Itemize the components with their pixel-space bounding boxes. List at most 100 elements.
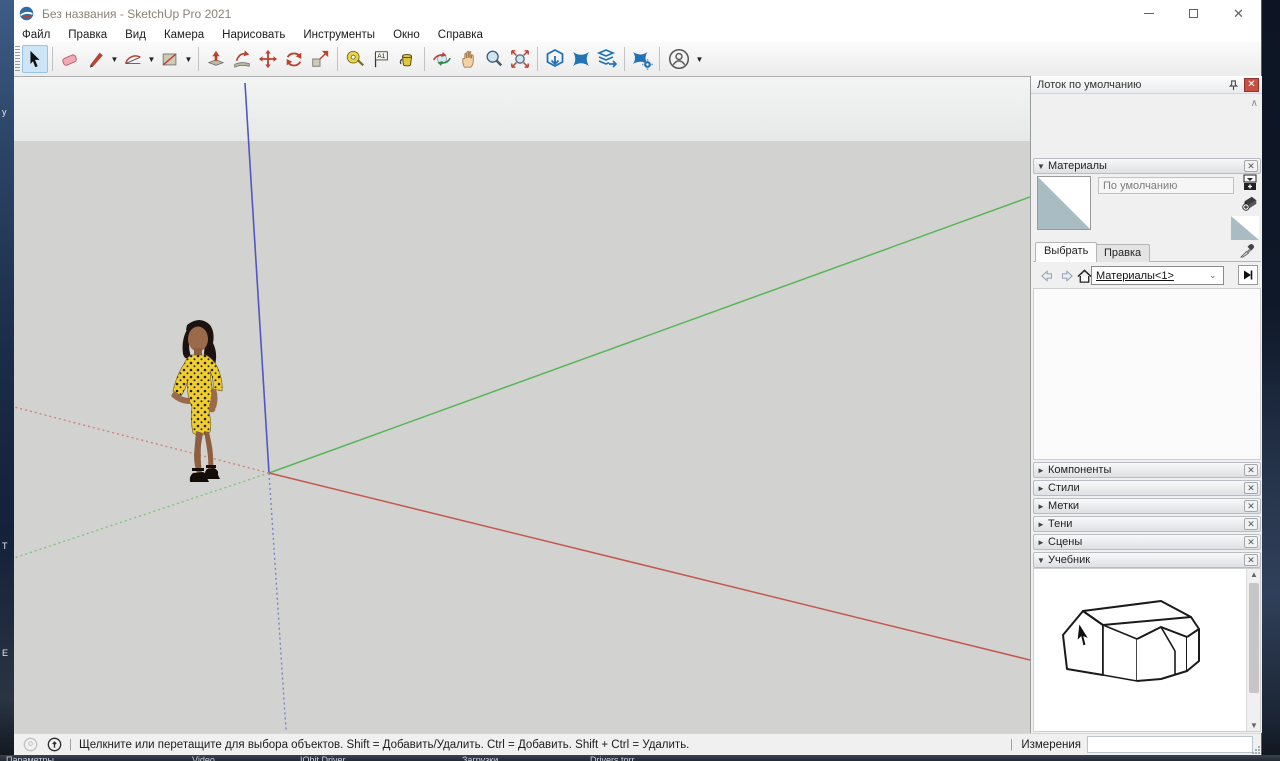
close-button[interactable]: ✕: [1216, 0, 1261, 27]
toolbar-drag-handle[interactable]: [15, 46, 20, 72]
3d-viewport[interactable]: [14, 77, 1030, 733]
account-button[interactable]: [664, 45, 694, 73]
account-dropdown[interactable]: ▼: [694, 45, 705, 73]
minimize-button[interactable]: [1126, 0, 1171, 27]
section-materials[interactable]: ▼ Материалы ✕: [1033, 158, 1261, 174]
create-material-button[interactable]: [1241, 194, 1259, 215]
forward-arrow-icon[interactable]: [1057, 267, 1075, 285]
materials-list-area[interactable]: [1033, 288, 1261, 460]
extension-warehouse-button[interactable]: [568, 45, 594, 73]
taskbar-item[interactable]: Параметры: [6, 755, 54, 761]
material-preview[interactable]: [1037, 176, 1091, 230]
extension-warehouse-icon: [570, 48, 592, 70]
section-components[interactable]: ► Компоненты ✕: [1033, 462, 1261, 478]
section-close-button[interactable]: ✕: [1244, 482, 1258, 494]
move-tool-button[interactable]: [255, 45, 281, 73]
tape-measure-icon: [345, 49, 365, 69]
section-close-button[interactable]: ✕: [1244, 464, 1258, 476]
tape-measure-tool-button[interactable]: [342, 45, 368, 73]
section-close-button[interactable]: ✕: [1244, 500, 1258, 512]
line-tool-dropdown[interactable]: ▼: [109, 45, 120, 73]
instructor-scrollbar[interactable]: ▲ ▼: [1246, 569, 1260, 731]
tab-edit[interactable]: Правка: [1095, 244, 1150, 262]
tab-select[interactable]: Выбрать: [1035, 242, 1097, 262]
section-styles[interactable]: ► Стили ✕: [1033, 480, 1261, 496]
viewport-canvas: [14, 77, 1030, 733]
orbit-tool-button[interactable]: [429, 45, 455, 73]
materials-collection-combobox[interactable]: Материалы<1> ⌄: [1091, 266, 1224, 285]
extension-manager-button[interactable]: [629, 45, 655, 73]
materials-tabs: Выбрать Правка: [1033, 242, 1261, 262]
push-pull-icon: [206, 49, 226, 69]
scale-tool-button[interactable]: [307, 45, 333, 73]
back-arrow-icon[interactable]: [1039, 267, 1057, 285]
menu-draw[interactable]: Нарисовать: [213, 29, 294, 41]
arc-tool-dropdown[interactable]: ▼: [146, 45, 157, 73]
menu-camera[interactable]: Камера: [155, 29, 213, 41]
rotate-tool-button[interactable]: [281, 45, 307, 73]
taskbar-item[interactable]: Drivers.torr...: [590, 755, 642, 761]
expand-arrow-icon: ►: [1034, 466, 1048, 475]
section-label: Стили: [1048, 482, 1080, 494]
section-close-button[interactable]: ✕: [1244, 160, 1258, 172]
toolbar-separator: [624, 47, 625, 71]
sketchup-window: Без названия - SketchUp Pro 2021 ✕ Файл …: [14, 0, 1262, 755]
section-close-button[interactable]: ✕: [1244, 518, 1258, 530]
section-tags[interactable]: ► Метки ✕: [1033, 498, 1261, 514]
zoom-tool-button[interactable]: [481, 45, 507, 73]
tray-header[interactable]: Лоток по умолчанию ✕: [1031, 76, 1262, 94]
rectangle-tool-button[interactable]: [157, 45, 183, 73]
menu-tools[interactable]: Инструменты: [294, 29, 384, 41]
section-instructor[interactable]: ▼ Учебник ✕: [1033, 552, 1261, 568]
follow-me-tool-button[interactable]: [229, 45, 255, 73]
text-tool-button[interactable]: A1: [368, 45, 394, 73]
scroll-down-arrow-icon[interactable]: ▼: [1247, 721, 1261, 730]
pin-icon[interactable]: [1226, 78, 1240, 92]
credits-info-icon[interactable]: [46, 737, 62, 753]
materials-nav: Материалы<1> ⌄: [1033, 264, 1261, 288]
details-arrow-button[interactable]: [1238, 265, 1258, 285]
pan-tool-button[interactable]: [455, 45, 481, 73]
section-shadows[interactable]: ► Тени ✕: [1033, 516, 1261, 532]
menu-edit[interactable]: Правка: [59, 29, 116, 41]
scrollbar-thumb[interactable]: [1249, 583, 1259, 693]
send-to-layout-button[interactable]: [594, 45, 620, 73]
measurements-input[interactable]: [1087, 736, 1253, 753]
maximize-button[interactable]: [1171, 0, 1216, 27]
pan-hand-icon: [458, 49, 478, 69]
select-tool-button[interactable]: [22, 45, 48, 73]
title-bar[interactable]: Без названия - SketchUp Pro 2021 ✕: [14, 0, 1261, 27]
paint-bucket-tool-button[interactable]: [394, 45, 420, 73]
section-scenes[interactable]: ► Сцены ✕: [1033, 534, 1261, 550]
menu-view[interactable]: Вид: [116, 29, 155, 41]
combobox-value: Материалы<1>: [1092, 270, 1209, 282]
taskbar-item[interactable]: Загрузки: [462, 755, 498, 761]
panel-scroll-up-icon[interactable]: ∧: [1251, 98, 1258, 109]
resize-grip[interactable]: [1252, 746, 1260, 754]
eraser-tool-button[interactable]: [57, 45, 83, 73]
menu-help[interactable]: Справка: [429, 29, 492, 41]
toolbar-separator: [537, 47, 538, 71]
push-pull-tool-button[interactable]: [203, 45, 229, 73]
eyedropper-icon[interactable]: [1240, 243, 1255, 261]
arc-tool-button[interactable]: [120, 45, 146, 73]
rectangle-tool-dropdown[interactable]: ▼: [183, 45, 194, 73]
scroll-up-arrow-icon[interactable]: ▲: [1247, 570, 1261, 579]
menu-window[interactable]: Окно: [384, 29, 429, 41]
secondary-pane-button[interactable]: [1243, 174, 1257, 195]
material-name-field[interactable]: По умолчанию: [1098, 177, 1234, 194]
tray-close-button[interactable]: ✕: [1244, 78, 1259, 92]
taskbar-item[interactable]: IObit Driver: [300, 755, 346, 761]
extension-manager-icon: [631, 48, 653, 70]
taskbar-item[interactable]: Video: [192, 755, 215, 761]
geolocation-icon[interactable]: [22, 737, 38, 753]
instructor-content: ▲ ▼: [1033, 568, 1261, 732]
line-tool-button[interactable]: [83, 45, 109, 73]
section-label: Метки: [1048, 500, 1079, 512]
menu-file[interactable]: Файл: [14, 29, 59, 41]
3d-warehouse-button[interactable]: [542, 45, 568, 73]
section-close-button[interactable]: ✕: [1244, 554, 1258, 566]
section-close-button[interactable]: ✕: [1244, 536, 1258, 548]
materials-body: По умолчанию: [1033, 174, 1261, 242]
zoom-extents-tool-button[interactable]: [507, 45, 533, 73]
